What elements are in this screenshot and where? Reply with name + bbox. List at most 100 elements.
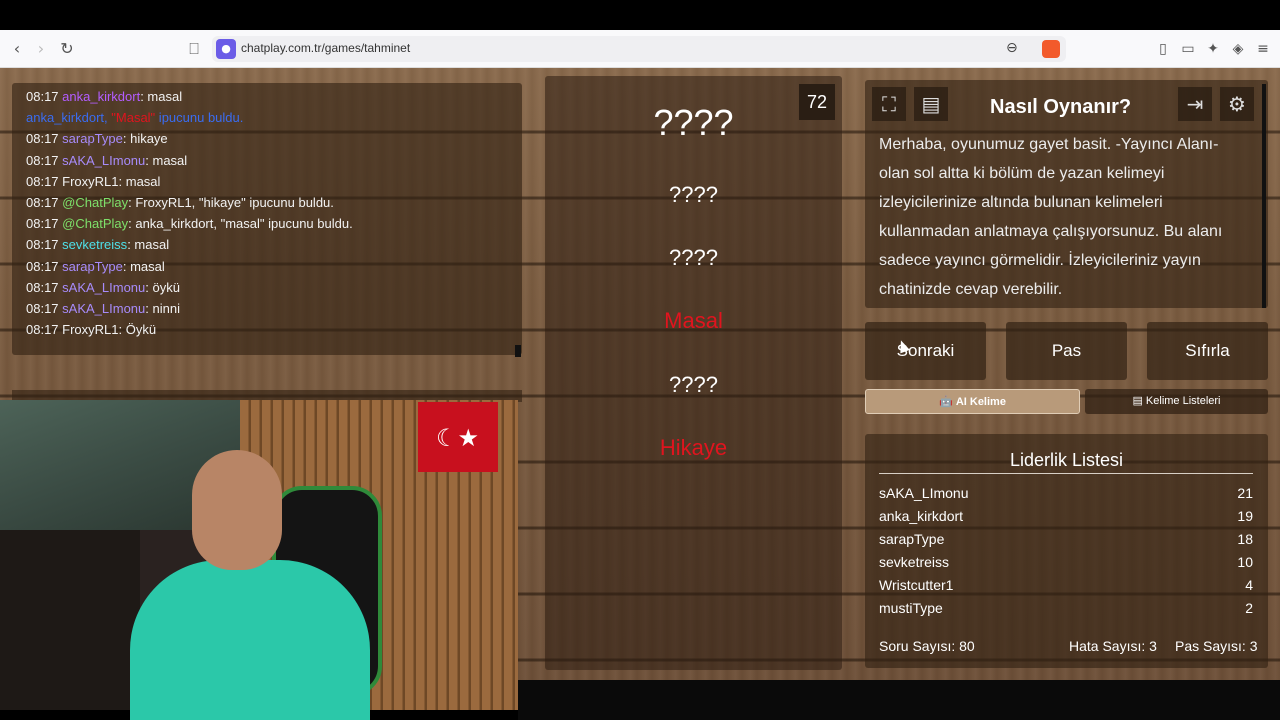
chat-timestamp: 08:17: [26, 131, 63, 147]
leaderboard-row: sarapType 18: [879, 531, 1253, 547]
pass-button[interactable]: Pas: [1006, 322, 1127, 380]
howto-scrollbar[interactable]: [1262, 84, 1266, 308]
leaderboard-name: sevketreiss: [879, 554, 950, 570]
chat-message: 08:17 sAKA_LImonu: masal: [26, 153, 187, 168]
word-lists-label: Kelime Listeleri: [1145, 395, 1221, 407]
chat-username[interactable]: sAKA_LImonu: [62, 301, 145, 316]
how-to-play-title: Nasıl Oynanır?: [990, 96, 1132, 118]
next-button[interactable]: Sonraki: [865, 322, 986, 380]
chat-message-text: : FroxyRL1, "hikaye" ipucunu buldu.: [128, 195, 334, 210]
leaderboard-score: 4: [1245, 577, 1253, 593]
fullscreen-icon[interactable]: ⛶: [872, 87, 906, 121]
sidebar-icon[interactable]: ▯: [1154, 40, 1172, 58]
chat-message-text: "Masal" ipucunu buldu.: [111, 110, 244, 126]
zoom-icon[interactable]: ⊖: [1006, 40, 1018, 56]
reset-button[interactable]: Sıfırla: [1147, 322, 1268, 380]
forward-icon[interactable]: ›: [30, 38, 52, 60]
chat-timestamp: 08:17: [26, 301, 63, 316]
chat-username[interactable]: sAKA_LImonu: [62, 153, 145, 168]
chat-message: 08:17 sAKA_LImonu: öykü: [26, 280, 180, 295]
chat-username[interactable]: sevketreiss: [62, 237, 127, 252]
leaderboard-row: mustiType 2: [879, 600, 1253, 616]
screen-top-bar: [0, 0, 1280, 30]
vpn-icon[interactable]: ◈: [1229, 40, 1247, 58]
chat-message-text: : öykü: [145, 279, 180, 295]
question-count: Soru Sayısı: 80: [879, 638, 975, 654]
chat-username[interactable]: FroxyRL1: [62, 174, 118, 189]
exit-icon[interactable]: ⇥: [1178, 87, 1212, 121]
word-lists-button[interactable]: ▤ Kelime Listeleri: [1085, 389, 1268, 414]
chat-timestamp: 08:17: [26, 152, 63, 168]
chat-message-text: : Öykü: [118, 322, 157, 338]
leaderboard-row: sevketreiss 10: [879, 554, 1253, 570]
microphone-icon[interactable]: ●: [216, 39, 236, 59]
leaderboard-score: 18: [1237, 531, 1253, 547]
chat-username[interactable]: sAKA_LImonu: [62, 280, 145, 295]
leo-ai-icon[interactable]: ✦: [1204, 40, 1222, 58]
leaderboard-row: Wristcutter1 4: [879, 577, 1253, 593]
chat-username[interactable]: FroxyRL1: [62, 322, 118, 337]
notes-icon[interactable]: ▤: [914, 87, 948, 121]
clue-word-4: ????: [669, 372, 718, 397]
chat-message-text: : masal: [122, 258, 165, 274]
back-icon[interactable]: ‹: [6, 38, 28, 60]
leaderboard-name: sAKA_LImonu: [879, 485, 969, 501]
chat-message-text: : masal: [118, 173, 161, 189]
chat-scrollbar[interactable]: [515, 345, 521, 357]
chat-message: 08:17 anka_kirkdort: masal: [26, 89, 182, 104]
chat-timestamp: 08:17: [26, 89, 63, 104]
chat-message: 08:17 FroxyRL1: masal: [26, 174, 160, 189]
leaderboard-score: 2: [1245, 600, 1253, 616]
chat-message: 08:17 sevketreiss: masal: [26, 237, 169, 252]
chat-message: 08:17 sarapType: hikaye: [26, 131, 168, 146]
streamer-body: [130, 560, 370, 720]
chat-username[interactable]: @ChatPlay: [62, 195, 128, 210]
reload-icon[interactable]: ↻: [56, 38, 78, 60]
browser-toolbar: ‹ › ↻ ⎕ ● chatplay.com.tr/games/tahminet…: [0, 30, 1280, 68]
main-word: ????: [653, 102, 734, 143]
chat-username[interactable]: sarapType: [62, 131, 123, 146]
address-bar[interactable]: ● chatplay.com.tr/games/tahminet ⊖: [212, 36, 1066, 62]
list-icon: ▤: [1132, 395, 1146, 407]
settings-gear-icon[interactable]: ⚙: [1220, 87, 1254, 121]
bookmark-icon[interactable]: ⎕: [183, 38, 205, 60]
leaderboard-name: Wristcutter1: [879, 577, 954, 593]
flag-crescent-star-icon: ☾★: [436, 424, 480, 452]
chat-timestamp: 08:17: [26, 216, 63, 232]
ai-robot-icon: 🤖: [939, 396, 956, 408]
leaderboard-divider: [879, 473, 1253, 474]
streamer-head: [192, 450, 282, 570]
brave-shield-icon[interactable]: [1042, 40, 1060, 58]
leaderboard-row: sAKA_LImonu 21: [879, 485, 1253, 501]
leaderboard-name: anka_kirkdort: [879, 508, 964, 524]
leaderboard-score: 21: [1237, 485, 1253, 501]
leaderboard-title: Liderlik Listesi: [1009, 450, 1124, 470]
chat-timestamp: 08:17: [26, 173, 63, 189]
chat-timestamp: 08:17: [26, 279, 63, 295]
ai-word-label: AI Kelime: [955, 396, 1006, 408]
pass-count: Pas Sayısı: 3: [1175, 638, 1258, 654]
chat-username[interactable]: sarapType: [62, 259, 123, 274]
screen-bottom-bar: [518, 680, 1280, 720]
ai-word-button[interactable]: 🤖 AI Kelime: [865, 389, 1080, 414]
clue-word-2: ????: [669, 245, 718, 270]
leaderboard-name: sarapType: [879, 531, 945, 547]
url-text[interactable]: chatplay.com.tr/games/tahminet: [241, 41, 410, 55]
chat-message-text: : masal: [145, 152, 188, 168]
webcam-shadow: [0, 530, 140, 710]
chat-message: 08:17 FroxyRL1: Öykü: [26, 322, 156, 337]
menu-icon[interactable]: ≡: [1254, 40, 1272, 58]
chat-message-text: : masal: [127, 237, 170, 253]
chat-message: 08:17 @ChatPlay: FroxyRL1, "hikaye" ipuc…: [26, 195, 334, 210]
leaderboard-name: mustiType: [879, 600, 943, 616]
chat-username[interactable]: anka_kirkdort,: [26, 110, 111, 125]
chat-timestamp: 08:17: [26, 195, 63, 210]
wallet-icon[interactable]: ▭: [1179, 40, 1197, 58]
leaderboard-score: 19: [1237, 508, 1253, 524]
error-count: Hata Sayısı: 3: [1069, 638, 1157, 654]
chat-timestamp: 08:17: [26, 237, 63, 253]
chat-timestamp: 08:17: [26, 258, 63, 274]
chat-username[interactable]: @ChatPlay: [62, 216, 128, 231]
chat-username[interactable]: anka_kirkdort: [62, 89, 140, 104]
chat-message: 08:17 sAKA_LImonu: ninni: [26, 301, 180, 316]
